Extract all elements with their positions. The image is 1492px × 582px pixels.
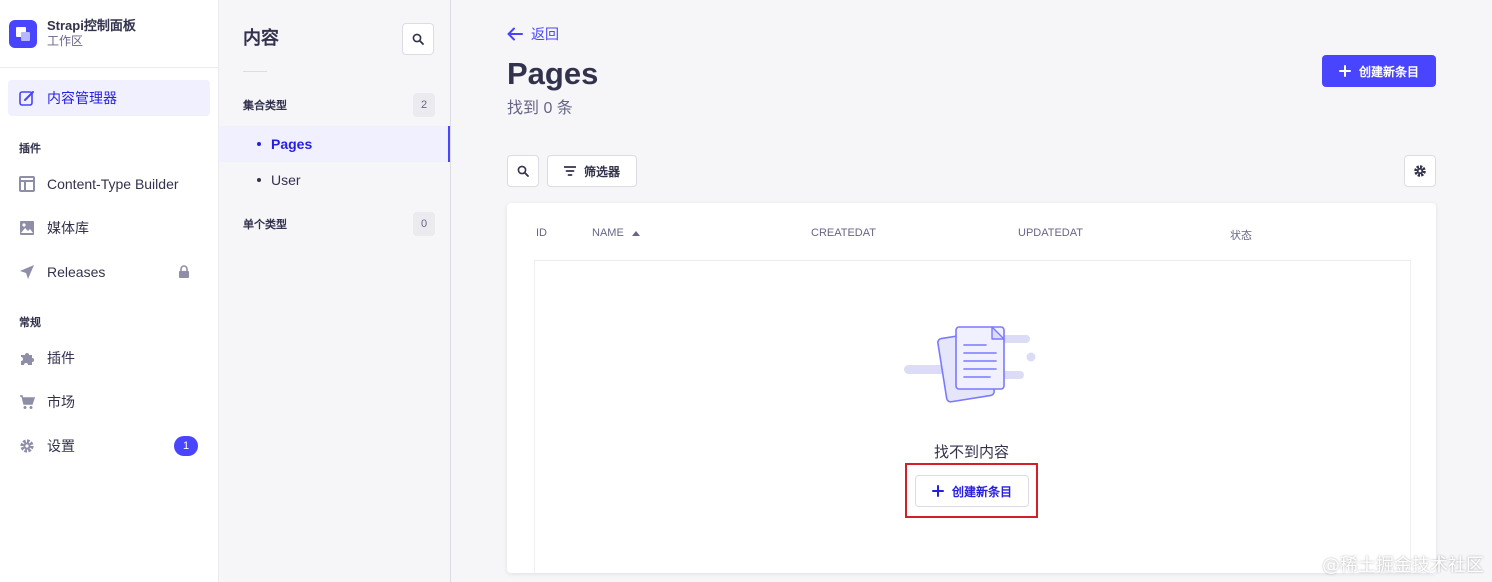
nav-label: 内容管理器 xyxy=(47,90,117,106)
brand-header: Strapi控制面板 工作区 xyxy=(0,0,218,68)
strapi-logo xyxy=(9,19,37,48)
empty-state-message: 找不到内容 xyxy=(933,444,1009,461)
nav-section-general: 常规 xyxy=(19,317,41,329)
bullet-icon xyxy=(257,178,261,182)
button-label: 创建新条目 xyxy=(1358,64,1419,79)
subnav-item-user[interactable]: User xyxy=(219,162,450,198)
collection-types-section[interactable]: 集合类型 2 xyxy=(243,93,435,117)
nav-item-settings[interactable]: 设置 1 xyxy=(8,428,210,464)
nav-label: 媒体库 xyxy=(47,220,89,236)
nav-item-content-manager[interactable]: 内容管理器 xyxy=(8,80,210,116)
collection-types-count: 2 xyxy=(413,93,435,117)
subnav-item-label: User xyxy=(271,172,301,188)
nav-label: 插件 xyxy=(47,350,75,366)
feather-icon xyxy=(18,89,36,107)
subnav-item-label: Pages xyxy=(271,136,313,152)
table-search-button[interactable] xyxy=(507,155,539,187)
gear-icon xyxy=(18,437,36,455)
nav-label: 市场 xyxy=(47,394,75,410)
nav-item-content-type-builder[interactable]: Content-Type Builder xyxy=(8,166,210,202)
subnav-item-pages[interactable]: Pages xyxy=(219,126,450,162)
shopping-cart-icon xyxy=(18,393,36,411)
main-navigation: Strapi控制面板 工作区 内容管理器 插件 Content-Type Bui… xyxy=(0,0,219,582)
search-icon xyxy=(517,165,529,177)
column-header-status[interactable]: 状态 xyxy=(1230,227,1252,243)
brand-subtitle: 工作区 xyxy=(47,34,84,48)
search-icon xyxy=(412,33,424,45)
bullet-icon xyxy=(257,142,261,146)
column-label: UPDATEDAT xyxy=(1018,227,1083,239)
layout-icon xyxy=(18,175,36,193)
nav-item-marketplace[interactable]: 市场 xyxy=(8,384,210,420)
subnav-title: 内容 xyxy=(243,28,279,48)
column-header-updatedat[interactable]: UPDATEDAT xyxy=(1018,227,1083,239)
single-types-count: 0 xyxy=(413,212,435,236)
entries-table: ID NAME CREATEDAT UPDATEDAT 状态 找不到内容 创建新… xyxy=(507,203,1436,573)
page-title: Pages xyxy=(507,56,599,91)
table-settings-button[interactable] xyxy=(1404,155,1436,187)
settings-notification-badge: 1 xyxy=(174,436,198,456)
nav-item-releases[interactable]: Releases xyxy=(8,254,210,290)
column-header-createdat[interactable]: CREATEDAT xyxy=(811,227,876,239)
filter-icon xyxy=(563,166,576,176)
plus-icon xyxy=(1338,65,1351,77)
column-header-id[interactable]: ID xyxy=(536,227,547,239)
nav-label: Releases xyxy=(47,264,106,280)
content-sub-navigation: 内容 集合类型 2 Pages User 单个类型 0 xyxy=(219,0,451,582)
back-label: 返回 xyxy=(531,26,559,42)
gear-icon xyxy=(1414,165,1426,177)
arrow-left-icon xyxy=(507,27,523,41)
image-icon xyxy=(18,219,36,237)
subnav-divider xyxy=(243,71,267,72)
filters-button[interactable]: 筛选器 xyxy=(547,155,637,187)
column-label: ID xyxy=(536,227,547,239)
button-label: 筛选器 xyxy=(583,164,620,179)
watermark: @稀土掘金技术社区 xyxy=(1322,555,1484,576)
paper-plane-icon xyxy=(18,263,36,281)
create-entry-button[interactable]: 创建新条目 xyxy=(1322,55,1436,87)
sort-ascending-icon xyxy=(631,230,640,236)
lock-icon xyxy=(178,265,190,281)
back-link[interactable]: 返回 xyxy=(507,24,559,44)
section-label: 单个类型 xyxy=(243,219,287,231)
column-label: CREATEDAT xyxy=(811,227,876,239)
empty-create-entry-button[interactable]: 创建新条目 xyxy=(915,475,1029,507)
button-label: 创建新条目 xyxy=(951,484,1012,499)
subnav-search-button[interactable] xyxy=(402,23,434,55)
brand-title: Strapi控制面板 xyxy=(47,18,136,33)
single-types-section[interactable]: 单个类型 0 xyxy=(243,212,435,236)
column-label: 状态 xyxy=(1230,230,1252,242)
puzzle-icon xyxy=(18,349,36,367)
column-label: NAME xyxy=(592,227,624,239)
entries-count: 找到 0 条 xyxy=(507,100,573,117)
nav-item-media-library[interactable]: 媒体库 xyxy=(8,210,210,246)
empty-state-area xyxy=(534,261,1411,573)
nav-section-plugins: 插件 xyxy=(19,143,41,155)
plus-icon xyxy=(931,485,944,497)
column-header-name[interactable]: NAME xyxy=(592,227,640,239)
nav-label: 设置 xyxy=(47,438,75,454)
section-label: 集合类型 xyxy=(243,100,287,112)
nav-item-plugins[interactable]: 插件 xyxy=(8,340,210,376)
nav-label: Content-Type Builder xyxy=(47,176,179,192)
empty-documents-illustration xyxy=(904,326,1036,403)
